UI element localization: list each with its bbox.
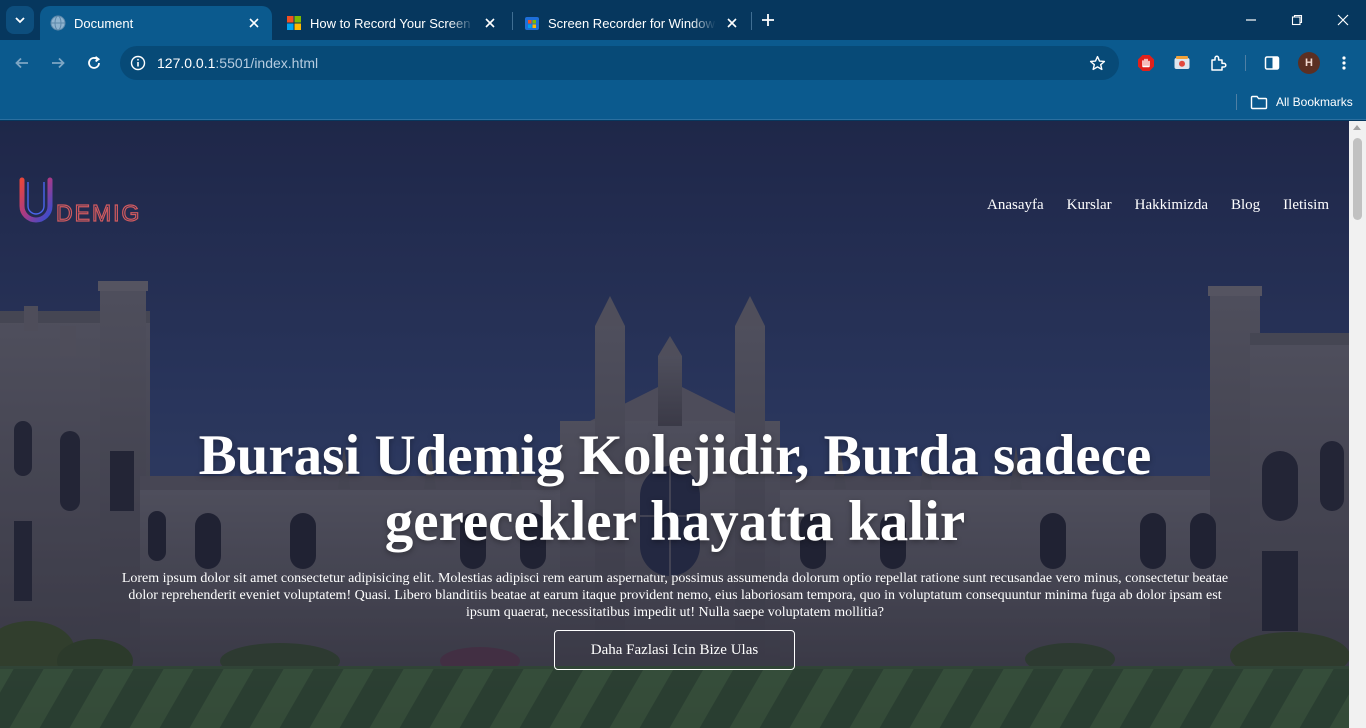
close-window-button[interactable] <box>1320 0 1366 40</box>
hero-description: Lorem ipsum dolor sit amet consectetur a… <box>121 571 1229 620</box>
nav-link-blog[interactable]: Blog <box>1231 197 1260 214</box>
browser-toolbar: 127.0.0.1:5501/index.html H <box>0 40 1366 86</box>
url-text[interactable]: 127.0.0.1:5501/index.html <box>157 55 318 71</box>
adblock-extension-icon[interactable] <box>1134 51 1158 75</box>
tab-title: How to Record Your Screen on Windows <box>310 15 474 31</box>
tab-document[interactable]: Document <box>40 6 272 40</box>
globe-icon <box>50 15 66 31</box>
app-store-icon <box>525 17 539 30</box>
chevron-down-icon <box>15 17 25 24</box>
tab-separator <box>512 12 513 30</box>
address-bar[interactable]: 127.0.0.1:5501/index.html <box>120 46 1119 80</box>
nav-link-hakkimizda[interactable]: Hakkimizda <box>1135 197 1208 214</box>
tab-search-button[interactable] <box>6 6 34 34</box>
tab-strip: Document How to Record Your Screen on Wi… <box>0 0 1366 40</box>
tab-screen-recorder[interactable]: Screen Recorder for Windows 10 <box>514 6 750 40</box>
site-info-icon[interactable] <box>128 53 148 73</box>
site-navigation: Anasayfa Kurslar Hakkimizda Blog Iletisi… <box>987 197 1329 214</box>
forward-button[interactable] <box>44 49 72 77</box>
extensions-icon[interactable] <box>1206 51 1230 75</box>
page-viewport: DEMIG Anasayfa Kurslar Hakkimizda Blog I… <box>0 121 1349 728</box>
all-bookmarks-button[interactable]: All Bookmarks <box>1250 91 1353 113</box>
tab-separator <box>751 12 752 30</box>
scroll-up-arrow-icon[interactable] <box>1353 125 1361 130</box>
nav-link-kurslar[interactable]: Kurslar <box>1067 197 1112 214</box>
minimize-button[interactable] <box>1228 0 1274 40</box>
plus-icon <box>762 14 774 26</box>
bookmarks-separator <box>1236 94 1237 110</box>
close-tab-icon[interactable] <box>722 13 742 33</box>
udemig-logo[interactable]: DEMIG <box>18 176 150 228</box>
url-host: 127.0.0.1 <box>157 55 216 71</box>
bookmark-star-icon[interactable] <box>1087 53 1107 73</box>
all-bookmarks-label: All Bookmarks <box>1276 95 1353 109</box>
microsoft-logo-icon <box>287 16 301 30</box>
screen-recorder-extension-icon[interactable] <box>1170 51 1194 75</box>
side-panel-icon[interactable] <box>1260 51 1284 75</box>
restore-button[interactable] <box>1274 0 1320 40</box>
arrow-right-icon <box>52 57 65 69</box>
reload-icon <box>88 56 101 69</box>
page-scrollbar[interactable] <box>1349 121 1366 728</box>
tab-title: Screen Recorder for Windows 10 <box>548 15 716 31</box>
minimize-icon <box>1246 19 1256 21</box>
tab-title: Document <box>74 15 134 31</box>
close-tab-icon[interactable] <box>244 13 264 33</box>
back-button[interactable] <box>8 49 36 77</box>
scrollbar-thumb[interactable] <box>1353 138 1362 220</box>
new-tab-button[interactable] <box>756 8 780 32</box>
restore-icon <box>1291 14 1303 26</box>
contact-us-button[interactable]: Daha Fazlasi Icin Bize Ulas <box>554 630 795 670</box>
arrow-left-icon <box>15 57 28 69</box>
tab-record-screen[interactable]: How to Record Your Screen on Windows <box>276 6 508 40</box>
logo-text: DEMIG <box>56 200 141 226</box>
bookmarks-bar: All Bookmarks <box>0 86 1366 120</box>
more-menu-icon[interactable] <box>1332 51 1356 75</box>
profile-avatar[interactable]: H <box>1298 52 1320 74</box>
nav-link-iletisim[interactable]: Iletisim <box>1283 197 1329 214</box>
close-tab-icon[interactable] <box>480 13 500 33</box>
toolbar-separator <box>1245 55 1246 71</box>
folder-icon <box>1250 95 1268 109</box>
nav-link-anasayfa[interactable]: Anasayfa <box>987 197 1044 214</box>
hero-title: Burasi Udemig Kolejidir, Burda sadece ge… <box>198 424 1152 553</box>
close-icon <box>1337 14 1349 26</box>
reload-button[interactable] <box>80 49 108 77</box>
url-path: :5501/index.html <box>215 55 319 71</box>
